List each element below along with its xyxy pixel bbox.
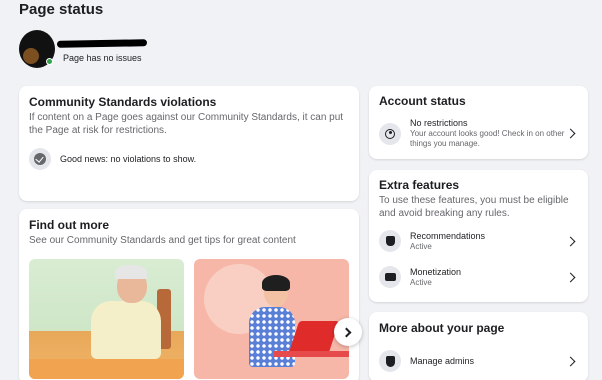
community-standards-card: Community Standards violations If conten… bbox=[19, 86, 359, 201]
shield-icon bbox=[379, 350, 401, 372]
online-status-dot bbox=[46, 58, 53, 65]
recommendations-label: Recommendations bbox=[410, 230, 486, 241]
more-about-page-title: More about your page bbox=[379, 321, 505, 335]
chevron-right-icon bbox=[565, 128, 576, 139]
person-at-table-illustration[interactable] bbox=[29, 259, 184, 379]
no-restrictions-row[interactable]: No restrictions Your account looks good!… bbox=[379, 118, 578, 149]
badge-icon bbox=[379, 230, 401, 252]
recommendations-status: Active bbox=[410, 241, 432, 251]
page-title: Page status bbox=[19, 1, 104, 18]
no-violations-text: Good news: no violations to show. bbox=[60, 154, 197, 164]
community-standards-description: If content on a Page goes against our Co… bbox=[29, 112, 344, 136]
chevron-right-icon bbox=[565, 272, 576, 282]
carousel-next-button[interactable] bbox=[334, 318, 362, 346]
no-restrictions-label: No restrictions bbox=[410, 118, 468, 128]
no-violations-row: Good news: no violations to show. bbox=[29, 148, 196, 170]
extra-features-card: Extra features To use these features, yo… bbox=[369, 170, 588, 302]
monetization-status: Active bbox=[410, 277, 432, 287]
find-out-more-description: See our Community Standards and get tips… bbox=[29, 235, 296, 246]
check-circle-icon bbox=[29, 148, 51, 170]
account-status-title: Account status bbox=[379, 94, 466, 108]
more-about-page-card: More about your page Manage admins bbox=[369, 312, 588, 380]
extra-features-title: Extra features bbox=[379, 178, 460, 192]
find-out-more-card: Find out more See our Community Standard… bbox=[19, 209, 359, 380]
chevron-right-icon bbox=[565, 356, 576, 366]
manage-admins-row[interactable]: Manage admins bbox=[379, 350, 578, 372]
find-out-more-title: Find out more bbox=[29, 218, 109, 232]
money-icon bbox=[379, 266, 401, 288]
monetization-label: Monetization bbox=[410, 266, 462, 277]
account-status-card: Account status No restrictions Your acco… bbox=[369, 86, 588, 159]
person-with-laptop-illustration[interactable] bbox=[194, 259, 349, 379]
redacted-page-name bbox=[56, 39, 148, 48]
page-profile: Page has no issues bbox=[19, 30, 219, 70]
person-icon bbox=[379, 122, 401, 145]
no-restrictions-desc: Your account looks good! Check in on oth… bbox=[410, 129, 565, 148]
community-standards-title: Community Standards violations bbox=[29, 95, 217, 109]
chevron-right-icon bbox=[341, 327, 352, 337]
chevron-right-icon bbox=[565, 236, 576, 246]
manage-admins-label: Manage admins bbox=[410, 356, 475, 366]
extra-features-description: To use these features, you must be eligi… bbox=[379, 195, 569, 219]
monetization-row[interactable]: Monetization Active bbox=[379, 266, 578, 288]
recommendations-row[interactable]: Recommendations Active bbox=[379, 230, 578, 252]
page-status-text: Page has no issues bbox=[63, 53, 142, 63]
